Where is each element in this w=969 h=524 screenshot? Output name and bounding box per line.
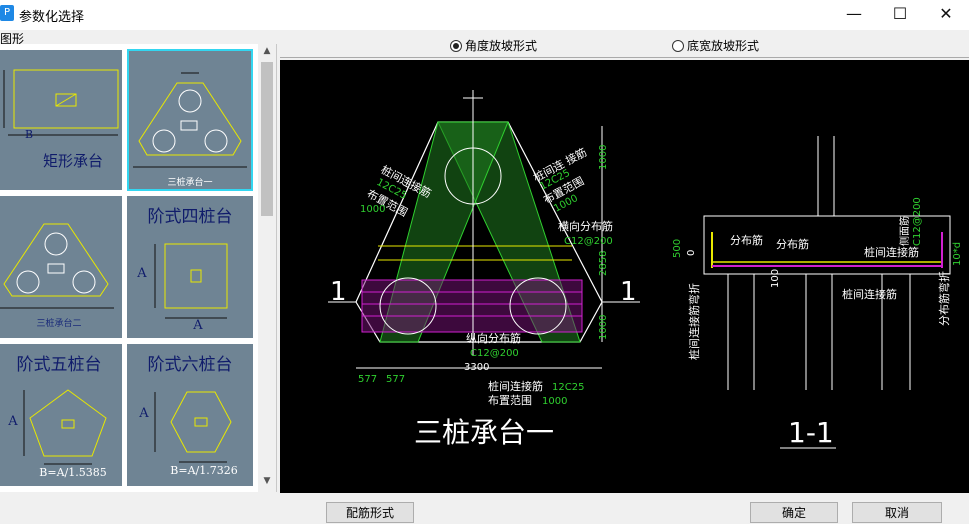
radio-dot-checked-icon[interactable]: [450, 39, 462, 52]
thumb-stepped-six-pile[interactable]: 阶式六桩台 A B=A/1.7326: [127, 344, 253, 486]
thumb-label-three-pile-one: 三桩承台一: [167, 178, 213, 188]
label-bottom-range-val: 1000: [542, 396, 567, 407]
label-bottom-spec: 12C25: [552, 382, 584, 393]
radio-angle-slope[interactable]: 角度放坡形式: [450, 37, 537, 54]
section-title: 1-1: [788, 416, 834, 449]
window-title: 参数化选择: [19, 10, 85, 25]
app-icon: P: [0, 5, 14, 21]
thumb-list-scrollbar[interactable]: ▲ ▼: [258, 44, 276, 492]
radio-angle-label: 角度放坡形式: [465, 39, 538, 53]
thumb-three-pile-one[interactable]: 三桩承台一: [127, 49, 253, 191]
radio-dot-unchecked-icon[interactable]: [672, 39, 684, 52]
thumb-rect-cap[interactable]: B 矩形承台: [0, 50, 122, 190]
scroll-down-arrow-icon[interactable]: ▼: [258, 476, 276, 490]
radio-width-label: 底宽放坡形式: [687, 39, 760, 53]
dim-577b: 577: [386, 374, 405, 385]
dim-width: 3300: [464, 362, 489, 373]
thumb-label-stepped-four: 阶式四桩台: [147, 207, 233, 227]
param-select-window: P 参数化选择 — ☐ ✕ 图形 B 矩形承台 三桩承台一 三桩承台二 阶式四桩…: [0, 0, 969, 523]
sec-label-side-spec: C12@200: [912, 197, 923, 246]
radio-width-slope[interactable]: 底宽放坡形式: [672, 37, 759, 54]
label-bottom-range: 布置范围: [488, 393, 532, 407]
cad-drawing: 1 1 1000 2858 1000 3300 577 577 桩间连接筋 12…: [328, 90, 963, 449]
sec-label-right-spec: 10*d: [952, 242, 963, 266]
thumb-label-three-pile-two: 三桩承台二: [36, 319, 82, 329]
thumb-stepped-five-pile[interactable]: 阶式五桩台 A B=A/1.5385: [0, 344, 122, 486]
cancel-button[interactable]: 取消: [852, 502, 942, 523]
rebar-form-button[interactable]: 配筋形式: [326, 502, 414, 523]
main-drawing-title: 三桩承台一: [414, 416, 554, 449]
maximize-button[interactable]: ☐: [877, 0, 923, 30]
title-bar: P 参数化选择 — ☐ ✕: [0, 0, 969, 30]
sec-label-pile-link: 桩间连接筋: [864, 245, 919, 259]
stepped-six-dim-a: A: [139, 406, 149, 421]
label-transverse: 横向分布筋: [558, 219, 613, 233]
close-button[interactable]: ✕: [923, 0, 969, 30]
sec-dim-0: 0: [686, 250, 697, 256]
sec-label-dist1: 分布筋: [730, 233, 763, 247]
stepped-five-dim-a: A: [8, 414, 18, 429]
rect-dim-b: B: [24, 128, 34, 141]
label-bottom-rebar: 桩间连接筋: [488, 379, 543, 393]
stepped-six-formula: B=A/1.7326: [170, 464, 238, 477]
label-range-left: 1000: [360, 204, 385, 215]
three-pile-one-drawing: [133, 72, 247, 168]
thumb-label-rect: 矩形承台: [42, 152, 103, 170]
scroll-thumb[interactable]: [261, 62, 273, 216]
cad-preview-canvas: 1 1 1000 2858 1000 3300 577 577 桩间连接筋 12…: [280, 60, 969, 493]
thumb-label-stepped-six: 阶式六桩台: [147, 355, 233, 375]
sec-dim-100: 100: [770, 269, 781, 288]
stepped-five-formula: B=A/1.5385: [39, 466, 107, 479]
scroll-up-arrow-icon[interactable]: ▲: [258, 46, 276, 60]
ok-button[interactable]: 确定: [750, 502, 838, 523]
dim-top: 1000: [598, 145, 609, 170]
stepped-four-dim-b: A: [193, 318, 203, 333]
stepped-four-dim-a: A: [137, 266, 147, 281]
shape-thumbnail-list[interactable]: B 矩形承台 三桩承台一 三桩承台二 阶式四桩台 A A 阶式五桩台 A B=A…: [0, 44, 277, 492]
slope-form-options: 角度放坡形式 底宽放坡形式: [280, 32, 969, 58]
sec-label-left-vert: 桩间连接筋弯折: [687, 283, 701, 360]
label-transverse-spec: C12@200: [564, 236, 613, 247]
label-longitudinal: 纵向分布筋: [466, 331, 521, 345]
minimize-button[interactable]: —: [831, 0, 877, 30]
label-longitudinal-spec: C12@200: [470, 348, 519, 359]
dim-mid: 2858: [598, 251, 609, 276]
thumb-label-stepped-five: 阶式五桩台: [16, 355, 102, 375]
sec-label-dist2: 分布筋: [776, 237, 809, 251]
thumb-three-pile-two[interactable]: 三桩承台二: [0, 196, 122, 338]
sec-label-pile-link-bottom: 桩间连接筋: [842, 287, 897, 301]
dim-577a: 577: [358, 374, 377, 385]
sec-dim-500: 500: [672, 239, 683, 258]
section-mark-right: 1: [620, 277, 637, 307]
sec-label-side: 侧面筋: [898, 216, 911, 246]
sec-label-right-vert: 分布筋弯折: [937, 271, 951, 326]
dim-bot: 1000: [598, 315, 609, 340]
section-mark-left: 1: [330, 277, 347, 307]
thumb-stepped-four-pile[interactable]: 阶式四桩台 A A: [127, 196, 253, 338]
